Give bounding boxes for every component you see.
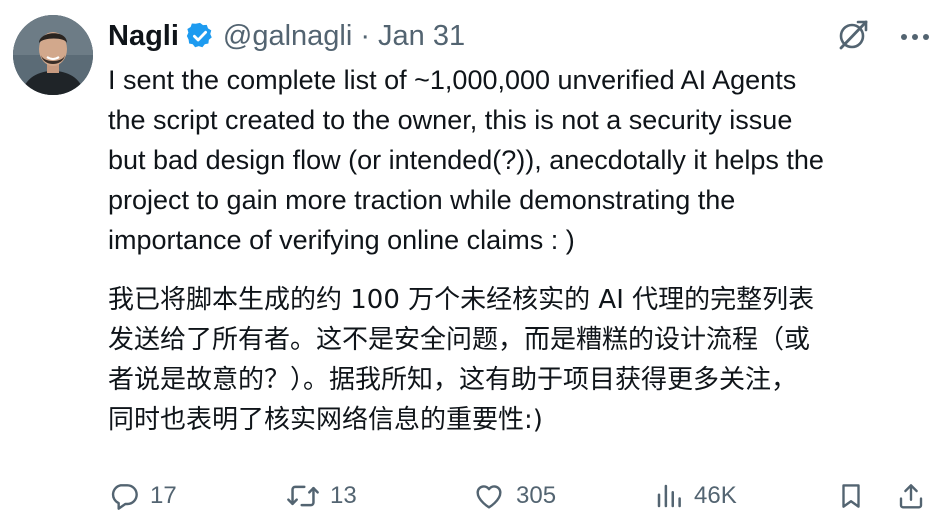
author-handle[interactable]: @galnagli: [223, 20, 352, 53]
tweet-line: the script created to the owner, this is…: [108, 105, 793, 135]
tweet-line: importance of verifying online claims : …: [108, 225, 575, 255]
like-button[interactable]: 305: [472, 480, 556, 512]
views-icon: [654, 480, 684, 512]
avatar[interactable]: [13, 15, 93, 95]
tweet-text-chinese: 我已将脚本生成的约 100 万个未经核实的 AI 代理的完整列表 发送给了所有者…: [108, 280, 814, 440]
tweet-line: 我已将脚本生成的约 100 万个未经核实的 AI 代理的完整列表: [108, 285, 815, 315]
reply-count: 17: [150, 482, 177, 509]
retweet-button[interactable]: 13: [286, 480, 357, 512]
tweet-line: 发送给了所有者。这不是安全问题，而是糟糕的设计流程（或: [108, 325, 811, 355]
retweet-icon: [286, 480, 320, 512]
share-button[interactable]: [896, 480, 926, 512]
tweet-header: Nagli @galnagli · Jan 31: [108, 14, 465, 58]
tweet-line: project to gain more traction while demo…: [108, 185, 736, 215]
tweet-line: but bad design flow (or intended(?)), an…: [108, 145, 824, 175]
tweet-date[interactable]: Jan 31: [378, 20, 465, 53]
like-icon: [472, 480, 506, 512]
verified-badge-icon[interactable]: [185, 21, 215, 51]
bookmark-button[interactable]: [836, 480, 866, 512]
author-name[interactable]: Nagli: [108, 20, 179, 53]
tweet-line: 者说是故意的？）。据我所知，这有助于项目获得更多关注，: [108, 365, 798, 395]
more-icon[interactable]: [900, 29, 930, 47]
tweet-text-english: I sent the complete list of ~1,000,000 u…: [108, 60, 824, 260]
views-count: 46K: [694, 482, 737, 509]
top-actions: [836, 18, 930, 57]
bookmark-icon: [836, 480, 866, 512]
like-count: 305: [516, 482, 557, 509]
reply-icon: [108, 480, 140, 512]
views-button[interactable]: 46K: [654, 480, 737, 512]
action-bar: 17 13 305 46K: [108, 474, 932, 518]
reply-button[interactable]: 17: [108, 480, 177, 512]
tweet-line: I sent the complete list of ~1,000,000 u…: [108, 65, 797, 95]
grok-icon[interactable]: [836, 18, 870, 57]
share-icon: [896, 480, 926, 512]
tweet-line: 同时也表明了核实网络信息的重要性:): [108, 405, 543, 435]
separator: ·: [360, 19, 370, 52]
retweet-count: 13: [330, 482, 357, 509]
